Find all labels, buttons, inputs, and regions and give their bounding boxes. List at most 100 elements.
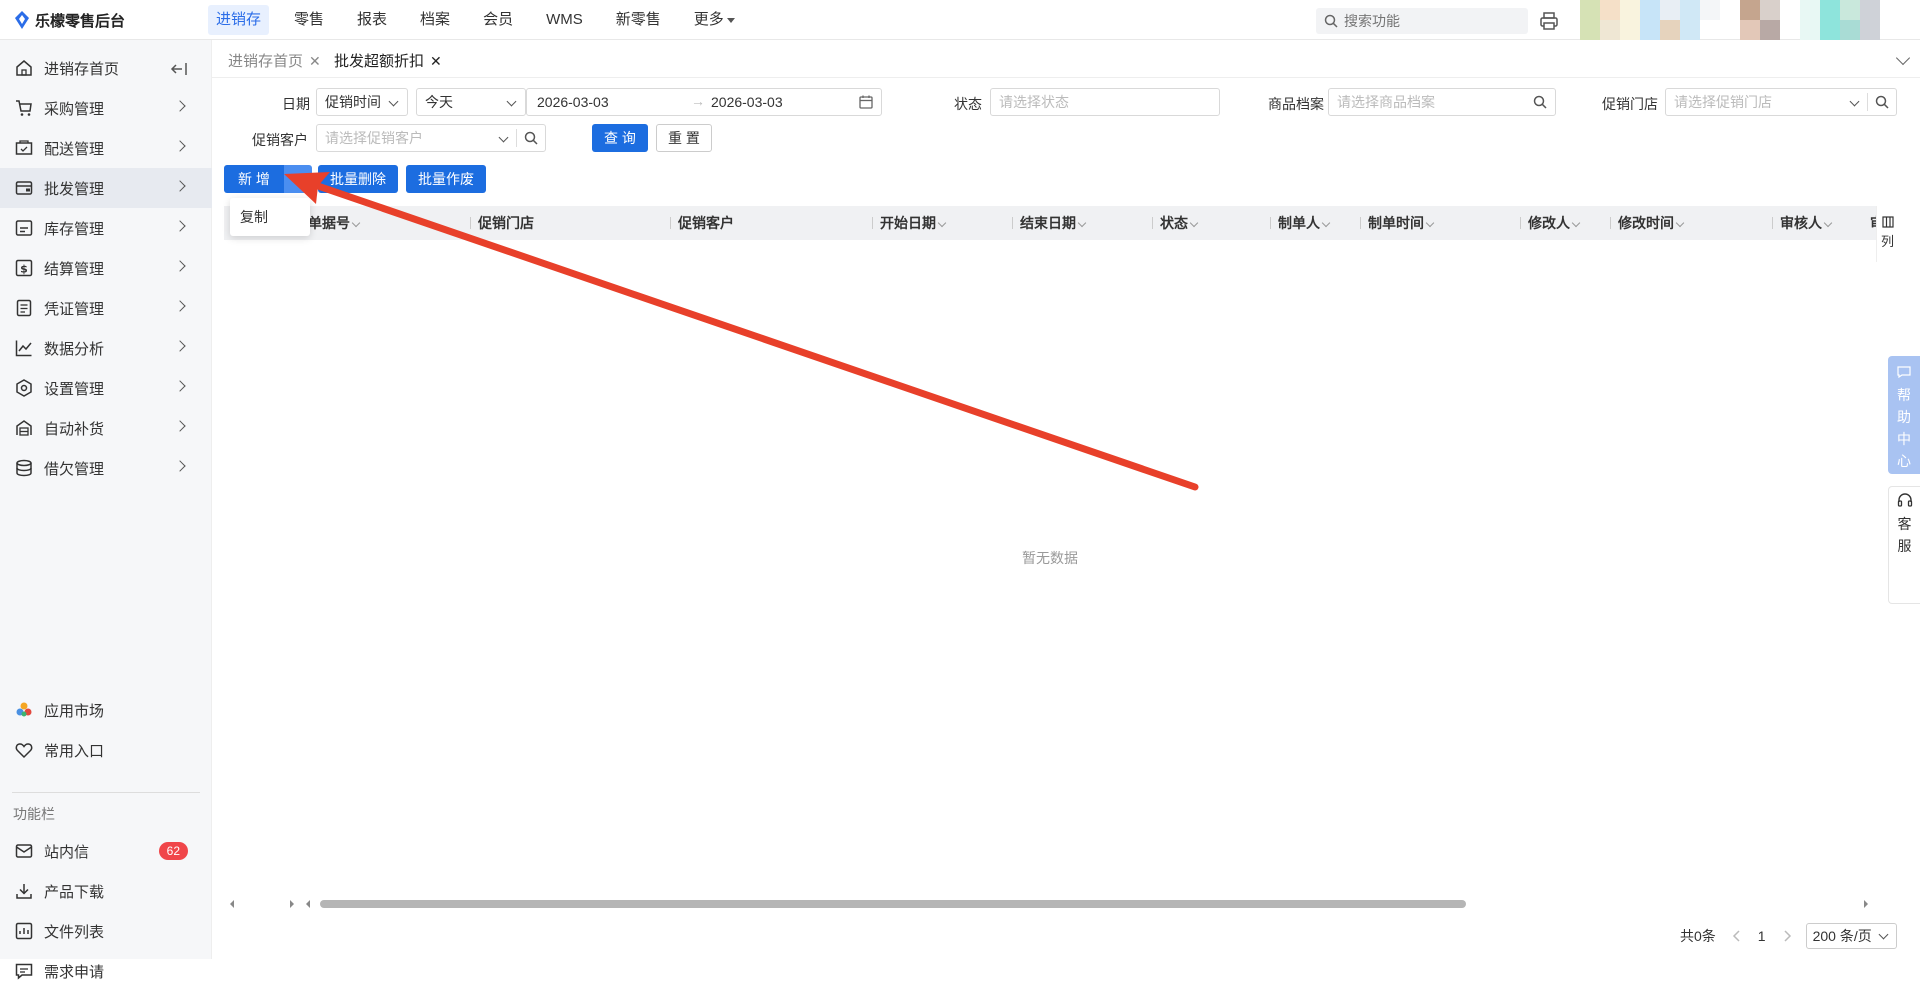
nav-reports[interactable]: 报表 — [349, 5, 395, 35]
col-modify-time[interactable]: 修改时间 — [1610, 206, 1685, 240]
date-type-select[interactable]: 促销时间 — [316, 88, 408, 116]
nav-members[interactable]: 会员 — [475, 5, 521, 35]
scroll-right-icon[interactable] — [288, 899, 296, 909]
col-create-time[interactable]: 制单时间 — [1360, 206, 1435, 240]
product-select[interactable]: 请选择商品档案 — [1328, 88, 1556, 116]
sidebar-item-purchase[interactable]: 采购管理 — [0, 88, 212, 128]
col-promo-store[interactable]: 促销门店 — [470, 206, 534, 240]
nav-wms[interactable]: WMS — [538, 5, 591, 35]
caret-down-icon — [726, 17, 735, 23]
global-search[interactable] — [1316, 8, 1528, 34]
col-document-no[interactable]: 单据号 — [308, 206, 361, 240]
sort-icon[interactable] — [1189, 218, 1199, 228]
nav-retail[interactable]: 零售 — [286, 5, 332, 35]
sort-icon[interactable] — [937, 218, 947, 228]
customer-select[interactable]: 请选择促销客户 — [316, 124, 546, 152]
add-dropdown-toggle[interactable] — [284, 165, 312, 193]
chevron-right-icon — [174, 340, 186, 352]
close-icon[interactable]: ✕ — [309, 53, 321, 69]
col-modifier[interactable]: 修改人 — [1520, 206, 1581, 240]
wallet-icon — [14, 178, 34, 198]
app-logo[interactable]: 乐檬零售后台 — [14, 9, 125, 31]
sort-icon[interactable] — [1321, 218, 1331, 228]
home-icon — [14, 58, 34, 78]
col-end-date[interactable]: 结束日期 — [1012, 206, 1087, 240]
tab-inventory-home[interactable]: 进销存首页 ✕ — [220, 48, 329, 78]
sidebar-item-product-download[interactable]: 产品下载 — [0, 871, 212, 911]
tab-wholesale-excess-discount[interactable]: 批发超额折扣 ✕ — [326, 48, 450, 78]
sidebar-item-wholesale[interactable]: 批发管理 — [0, 168, 212, 208]
search-icon[interactable] — [524, 131, 538, 145]
sidebar-item-data-analysis[interactable]: 数据分析 — [0, 328, 212, 368]
global-search-input[interactable] — [1344, 13, 1514, 29]
horizontal-scrollbar[interactable] — [228, 896, 1870, 910]
sidebar-item-label: 应用市场 — [44, 702, 105, 720]
nav-inventory[interactable]: 进销存 — [208, 5, 270, 35]
scrollbar-thumb[interactable] — [320, 900, 1466, 908]
sidebar-item-file-list[interactable]: 文件列表 — [0, 911, 212, 951]
sidebar-item-app-market[interactable]: 应用市场 — [0, 690, 212, 730]
scroll-left-icon[interactable] — [304, 899, 312, 909]
sort-icon[interactable] — [1675, 218, 1685, 228]
mail-icon — [14, 841, 34, 861]
close-icon[interactable]: ✕ — [430, 53, 442, 69]
sidebar-item-debt[interactable]: 借欠管理 — [0, 448, 212, 488]
chevron-right-icon — [174, 380, 186, 392]
printer-icon[interactable] — [1538, 10, 1560, 32]
sort-icon[interactable] — [351, 218, 361, 228]
end-date[interactable]: 2026-03-03 — [703, 94, 783, 110]
query-button[interactable]: 查 询 — [592, 124, 648, 152]
store-select[interactable]: 请选择促销门店 — [1665, 88, 1897, 116]
sidebar-item-label: 进销存首页 — [44, 60, 120, 78]
col-reviewer[interactable]: 审核人 — [1772, 206, 1833, 240]
next-page-icon[interactable] — [1782, 930, 1792, 942]
col-promo-customer[interactable]: 促销客户 — [670, 206, 734, 240]
status-select[interactable]: 请选择状态 — [990, 88, 1220, 116]
scroll-left-icon[interactable] — [228, 899, 236, 909]
add-button[interactable]: 新 增 — [224, 165, 284, 193]
sort-icon[interactable] — [1077, 218, 1087, 228]
date-range-picker[interactable]: 2026-03-03 → 2026-03-03 — [526, 88, 882, 116]
batch-delete-button[interactable]: 批量删除 — [318, 165, 398, 193]
sidebar-item-settings[interactable]: 设置管理 — [0, 368, 212, 408]
sidebar-item-request[interactable]: 需求申请 — [0, 951, 212, 991]
nav-more[interactable]: 更多 — [686, 5, 743, 35]
nav-archives[interactable]: 档案 — [412, 5, 458, 35]
sidebar-item-favorites[interactable]: 常用入口 — [0, 730, 212, 770]
table-header: 单据号 促销门店 促销客户 开始日期 结束日期 状态 制单人 制单时间 修改人 … — [224, 206, 1876, 240]
prev-page-icon[interactable] — [1732, 930, 1742, 942]
tab-menu-chevron-icon[interactable] — [1895, 50, 1911, 66]
sidebar-item-auto-replenish[interactable]: 自动补货 — [0, 408, 212, 448]
page-size-select[interactable]: 200 条/页 — [1805, 923, 1897, 949]
search-icon[interactable] — [1875, 95, 1889, 109]
scroll-right-icon[interactable] — [1862, 899, 1870, 909]
sidebar-item-voucher[interactable]: 凭证管理 — [0, 288, 212, 328]
database-icon — [14, 458, 34, 478]
sidebar-item-distribution[interactable]: 配送管理 — [0, 128, 212, 168]
sort-icon[interactable] — [1425, 218, 1435, 228]
sort-icon[interactable] — [1571, 218, 1581, 228]
date-range-select[interactable]: 今天 — [416, 88, 526, 116]
reset-button[interactable]: 重 置 — [656, 124, 712, 152]
customer-service-button[interactable]: 客 服 — [1888, 486, 1920, 604]
user-avatar-blurred[interactable] — [1580, 0, 1920, 40]
sidebar-item-stock[interactable]: 库存管理 — [0, 208, 212, 248]
help-center-button[interactable]: 帮 助 中 心 — [1888, 356, 1920, 474]
start-date[interactable]: 2026-03-03 — [529, 94, 609, 110]
chat-icon — [1897, 366, 1911, 379]
column-settings-button[interactable]: 列 — [1876, 206, 1898, 262]
search-icon[interactable] — [1533, 95, 1547, 109]
col-creator[interactable]: 制单人 — [1270, 206, 1331, 240]
sidebar-item-inventory-home[interactable]: 进销存首页 — [0, 48, 212, 88]
sidebar-item-messages[interactable]: 站内信 62 — [0, 831, 212, 871]
chevron-right-icon — [174, 300, 186, 312]
current-page[interactable]: 1 — [1758, 928, 1766, 944]
nav-new-retail[interactable]: 新零售 — [608, 5, 669, 35]
collapse-sidebar-icon[interactable] — [170, 62, 188, 76]
batch-void-button[interactable]: 批量作废 — [406, 165, 486, 193]
sidebar-item-settlement[interactable]: $ 结算管理 — [0, 248, 212, 288]
sort-icon[interactable] — [1823, 218, 1833, 228]
col-start-date[interactable]: 开始日期 — [872, 206, 947, 240]
menu-item-copy[interactable]: 复制 — [240, 209, 268, 225]
col-status[interactable]: 状态 — [1152, 206, 1199, 240]
